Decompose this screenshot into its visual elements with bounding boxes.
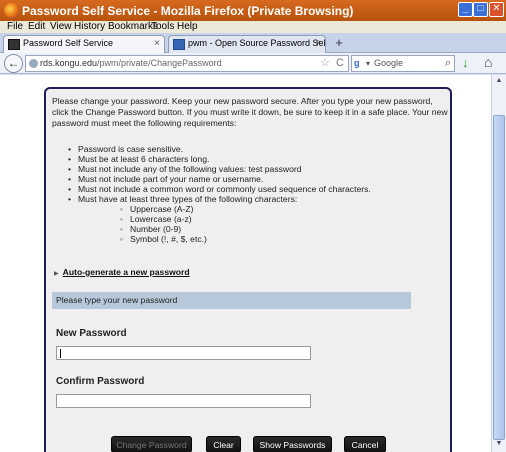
requirement-item: Must not include a common word or common… [68, 184, 371, 194]
char-type-item: Symbol (!, #, $, etc.) [120, 234, 371, 244]
bookmark-star-icon[interactable]: ☆ [320, 56, 330, 71]
back-button[interactable]: ← [4, 54, 23, 73]
status-message: Please type your new password [52, 292, 411, 309]
globe-icon [29, 59, 38, 68]
new-password-label: New Password [56, 328, 127, 339]
change-password-button[interactable]: Change Password [111, 436, 192, 452]
tab-label: pwm - Open Source Password Self Servic..… [188, 38, 326, 48]
clear-button[interactable]: Clear [206, 436, 241, 452]
url-path: /pwm/private/ChangePassword [97, 58, 222, 68]
auto-generate-link[interactable]: ▶ Auto-generate a new password [54, 267, 190, 277]
menu-bar: File Edit View History Bookmarks Tools H… [0, 21, 506, 33]
chevron-down-icon[interactable]: ▾ [366, 56, 370, 71]
tab-label: Password Self Service [23, 38, 114, 48]
pwm-favicon-icon [173, 39, 185, 50]
requirement-item: Must have at least three types of the fo… [68, 194, 371, 244]
reload-icon[interactable]: C [336, 56, 344, 71]
search-icon[interactable]: ⌕ [445, 56, 451, 71]
menu-tools[interactable]: Tools [151, 21, 174, 32]
requirement-item: Must be at least 6 characters long. [68, 154, 371, 164]
navigation-bar: ← rds.kongu.edu/pwm/private/ChangePasswo… [0, 53, 506, 74]
confirm-password-label: Confirm Password [56, 376, 145, 387]
intro-text: Please change your password. Keep your n… [52, 96, 448, 128]
confirm-password-input[interactable] [56, 394, 311, 408]
cancel-button[interactable]: Cancel [344, 436, 386, 452]
new-tab-button[interactable]: + [331, 35, 347, 51]
close-window-button[interactable]: ✕ [489, 2, 504, 17]
url-bar[interactable]: rds.kongu.edu/pwm/private/ChangePassword… [25, 55, 349, 72]
requirement-text: Must have at least three types of the fo… [78, 194, 298, 204]
char-type-item: Number (0-9) [120, 224, 371, 234]
page-viewport: Please change your password. Keep your n… [0, 75, 491, 452]
requirement-item: Password is case sensitive. [68, 144, 371, 154]
change-password-panel: Please change your password. Keep your n… [44, 87, 452, 452]
tab-bar: Password Self Service × pwm - Open Sourc… [0, 33, 506, 53]
menu-history[interactable]: History [74, 21, 105, 32]
expand-arrow-icon: ▶ [54, 271, 59, 277]
minimize-button[interactable]: _ [458, 2, 473, 17]
scrollbar-thumb[interactable] [493, 115, 505, 440]
vertical-scrollbar[interactable]: ▲ ▼ [491, 75, 506, 452]
menu-edit[interactable]: Edit [28, 21, 45, 32]
show-passwords-button[interactable]: Show Passwords [253, 436, 332, 452]
url-host: rds.kongu.edu [40, 58, 98, 68]
requirement-item: Must not include any of the following va… [68, 164, 371, 174]
google-icon[interactable]: g [354, 58, 366, 69]
window-title: Password Self Service - Mozilla Firefox … [22, 4, 354, 18]
scroll-down-icon[interactable]: ▼ [494, 440, 504, 450]
window-title-bar: Password Self Service - Mozilla Firefox … [0, 0, 506, 21]
tab-close-icon[interactable]: × [315, 36, 321, 51]
requirements-list: Password is case sensitive. Must be at l… [68, 144, 371, 244]
firefox-icon [4, 3, 19, 18]
char-type-item: Lowercase (a-z) [120, 214, 371, 224]
downloads-icon[interactable]: ↓ [462, 55, 469, 70]
maximize-button[interactable]: □ [473, 2, 488, 17]
menu-file[interactable]: File [7, 21, 23, 32]
scroll-up-icon[interactable]: ▲ [494, 77, 504, 87]
requirement-item: Must not include part of your name or us… [68, 174, 371, 184]
tab-close-icon[interactable]: × [154, 36, 160, 51]
char-type-item: Uppercase (A-Z) [120, 204, 371, 214]
pwm-favicon-icon [8, 39, 20, 50]
auto-generate-label: Auto-generate a new password [62, 267, 190, 277]
tab-pwm-open-source[interactable]: pwm - Open Source Password Self Servic..… [168, 35, 326, 53]
menu-view[interactable]: View [50, 21, 72, 32]
home-icon[interactable]: ⌂ [484, 54, 492, 70]
menu-help[interactable]: Help [177, 21, 198, 32]
tab-password-self-service[interactable]: Password Self Service × [3, 35, 165, 53]
new-password-input[interactable] [56, 346, 311, 360]
search-bar[interactable]: g ▾ Google ⌕ [351, 55, 455, 72]
search-placeholder: Google [374, 58, 404, 68]
char-types-list: Uppercase (A-Z) Lowercase (a-z) Number (… [78, 204, 371, 244]
